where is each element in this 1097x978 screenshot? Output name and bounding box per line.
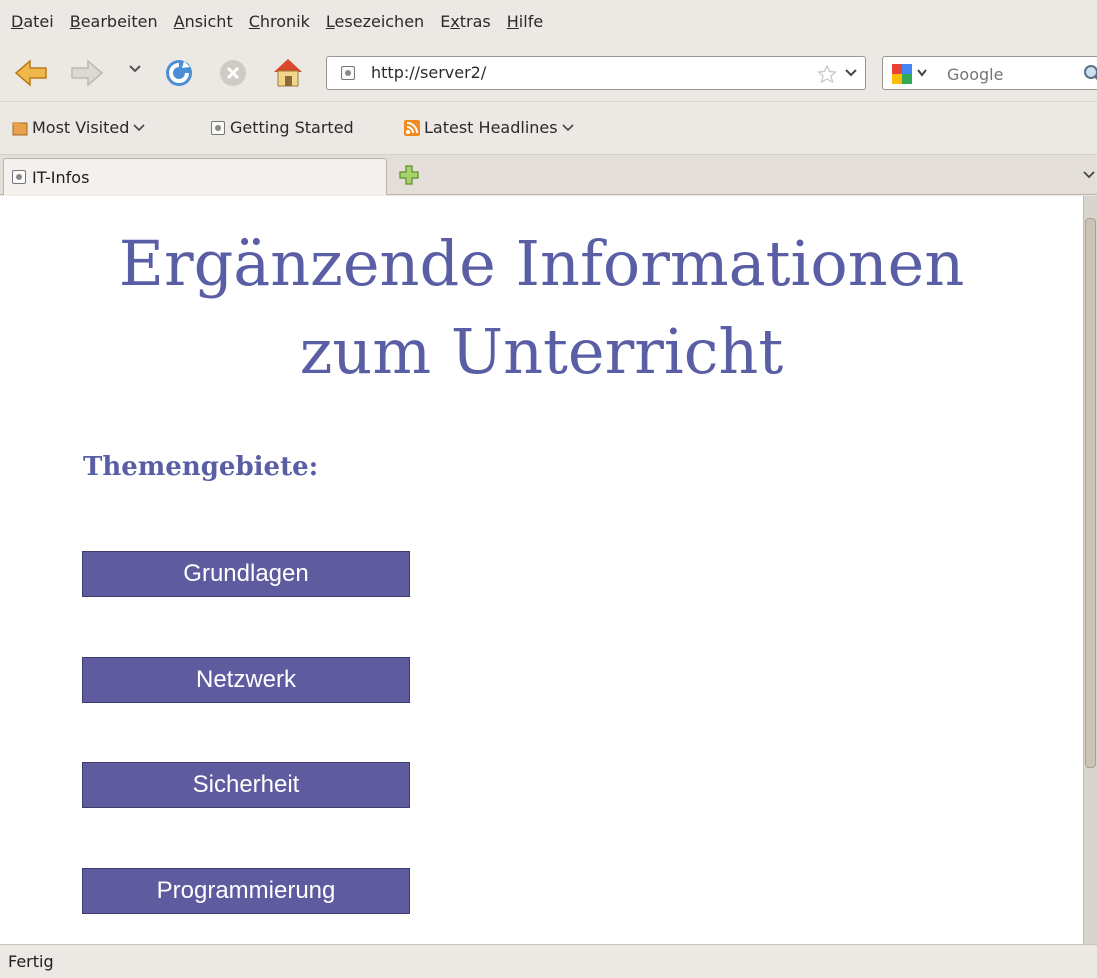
tab-bar: IT-Infos	[0, 155, 1097, 195]
bookmark-getting-started[interactable]: Getting Started	[211, 118, 354, 137]
section-heading: Themengebiete:	[83, 452, 319, 482]
history-dropdown-button[interactable]	[127, 62, 143, 76]
address-bar[interactable]: http://server2/	[326, 56, 866, 90]
home-icon	[274, 59, 302, 87]
page-content: Ergänzende Informationen zum Unterricht …	[0, 196, 1083, 944]
page-title-line-2: zum Unterricht	[299, 315, 784, 388]
search-box[interactable]	[882, 56, 1097, 90]
page-icon	[12, 170, 26, 184]
tab-it-infos[interactable]: IT-Infos	[3, 158, 387, 195]
rss-icon	[404, 119, 420, 136]
menu-hilfe[interactable]: Hilfe	[507, 12, 543, 31]
reload-button[interactable]	[162, 56, 196, 90]
chevron-down-icon	[129, 65, 141, 73]
bookmarks-toolbar: Most Visited Getting Started Latest Head…	[0, 103, 1097, 155]
magnifier-icon[interactable]	[1083, 64, 1097, 84]
home-button[interactable]	[270, 54, 306, 90]
topic-button-netzwerk[interactable]: Netzwerk	[82, 657, 410, 703]
menu-bearbeiten[interactable]: Bearbeiten	[70, 12, 158, 31]
bookmark-label: Most Visited	[32, 118, 130, 137]
status-bar: Fertig	[0, 944, 1097, 978]
back-button[interactable]	[14, 58, 48, 88]
tab-label: IT-Infos	[32, 168, 90, 187]
address-bar-url: http://server2/	[371, 63, 487, 82]
new-tab-plus-icon[interactable]	[398, 164, 420, 186]
folder-icon	[12, 121, 28, 135]
page-title: Ergänzende Informationen zum Unterricht	[0, 220, 1083, 396]
stop-icon	[220, 60, 246, 86]
chevron-down-icon	[133, 123, 145, 131]
tab-list-chevron-icon[interactable]	[1082, 169, 1096, 181]
scrollbar-thumb[interactable]	[1085, 218, 1096, 768]
reload-icon	[166, 60, 192, 86]
menu-extras[interactable]: Extras	[440, 12, 491, 31]
forward-arrow-icon	[71, 59, 104, 87]
bookmark-label: Latest Headlines	[424, 118, 558, 137]
page-title-line-1: Ergänzende Informationen	[118, 227, 965, 300]
back-arrow-icon	[14, 59, 47, 87]
menu-ansicht[interactable]: Ansicht	[174, 12, 233, 31]
search-input[interactable]	[945, 62, 1074, 86]
google-search-engine-icon[interactable]	[891, 63, 913, 85]
navigation-toolbar: http://server2/	[0, 42, 1097, 102]
page-icon	[211, 120, 225, 135]
chevron-down-icon	[562, 123, 574, 131]
topic-button-sicherheit[interactable]: Sicherheit	[82, 762, 410, 808]
bookmark-most-visited[interactable]: Most Visited	[12, 118, 146, 137]
menu-datei[interactable]: Datei	[11, 12, 54, 31]
status-text: Fertig	[8, 952, 54, 971]
chevron-down-icon[interactable]	[844, 67, 858, 79]
stop-button[interactable]	[217, 57, 249, 89]
forward-button[interactable]	[70, 58, 104, 88]
bookmark-label: Getting Started	[230, 118, 354, 137]
site-identity-icon[interactable]	[341, 66, 355, 80]
topic-button-programmierung[interactable]: Programmierung	[82, 868, 410, 914]
menu-lesezeichen[interactable]: Lesezeichen	[326, 12, 424, 31]
bookmark-latest-headlines[interactable]: Latest Headlines	[404, 118, 575, 137]
topic-button-grundlagen[interactable]: Grundlagen	[82, 551, 410, 597]
menu-bar: Datei Bearbeiten Ansicht Chronik Lesezei…	[0, 0, 1097, 42]
vertical-scrollbar[interactable]	[1083, 196, 1097, 944]
menu-chronik[interactable]: Chronik	[249, 12, 310, 31]
chevron-down-icon[interactable]	[916, 68, 928, 78]
bookmark-star-icon[interactable]	[817, 65, 837, 83]
